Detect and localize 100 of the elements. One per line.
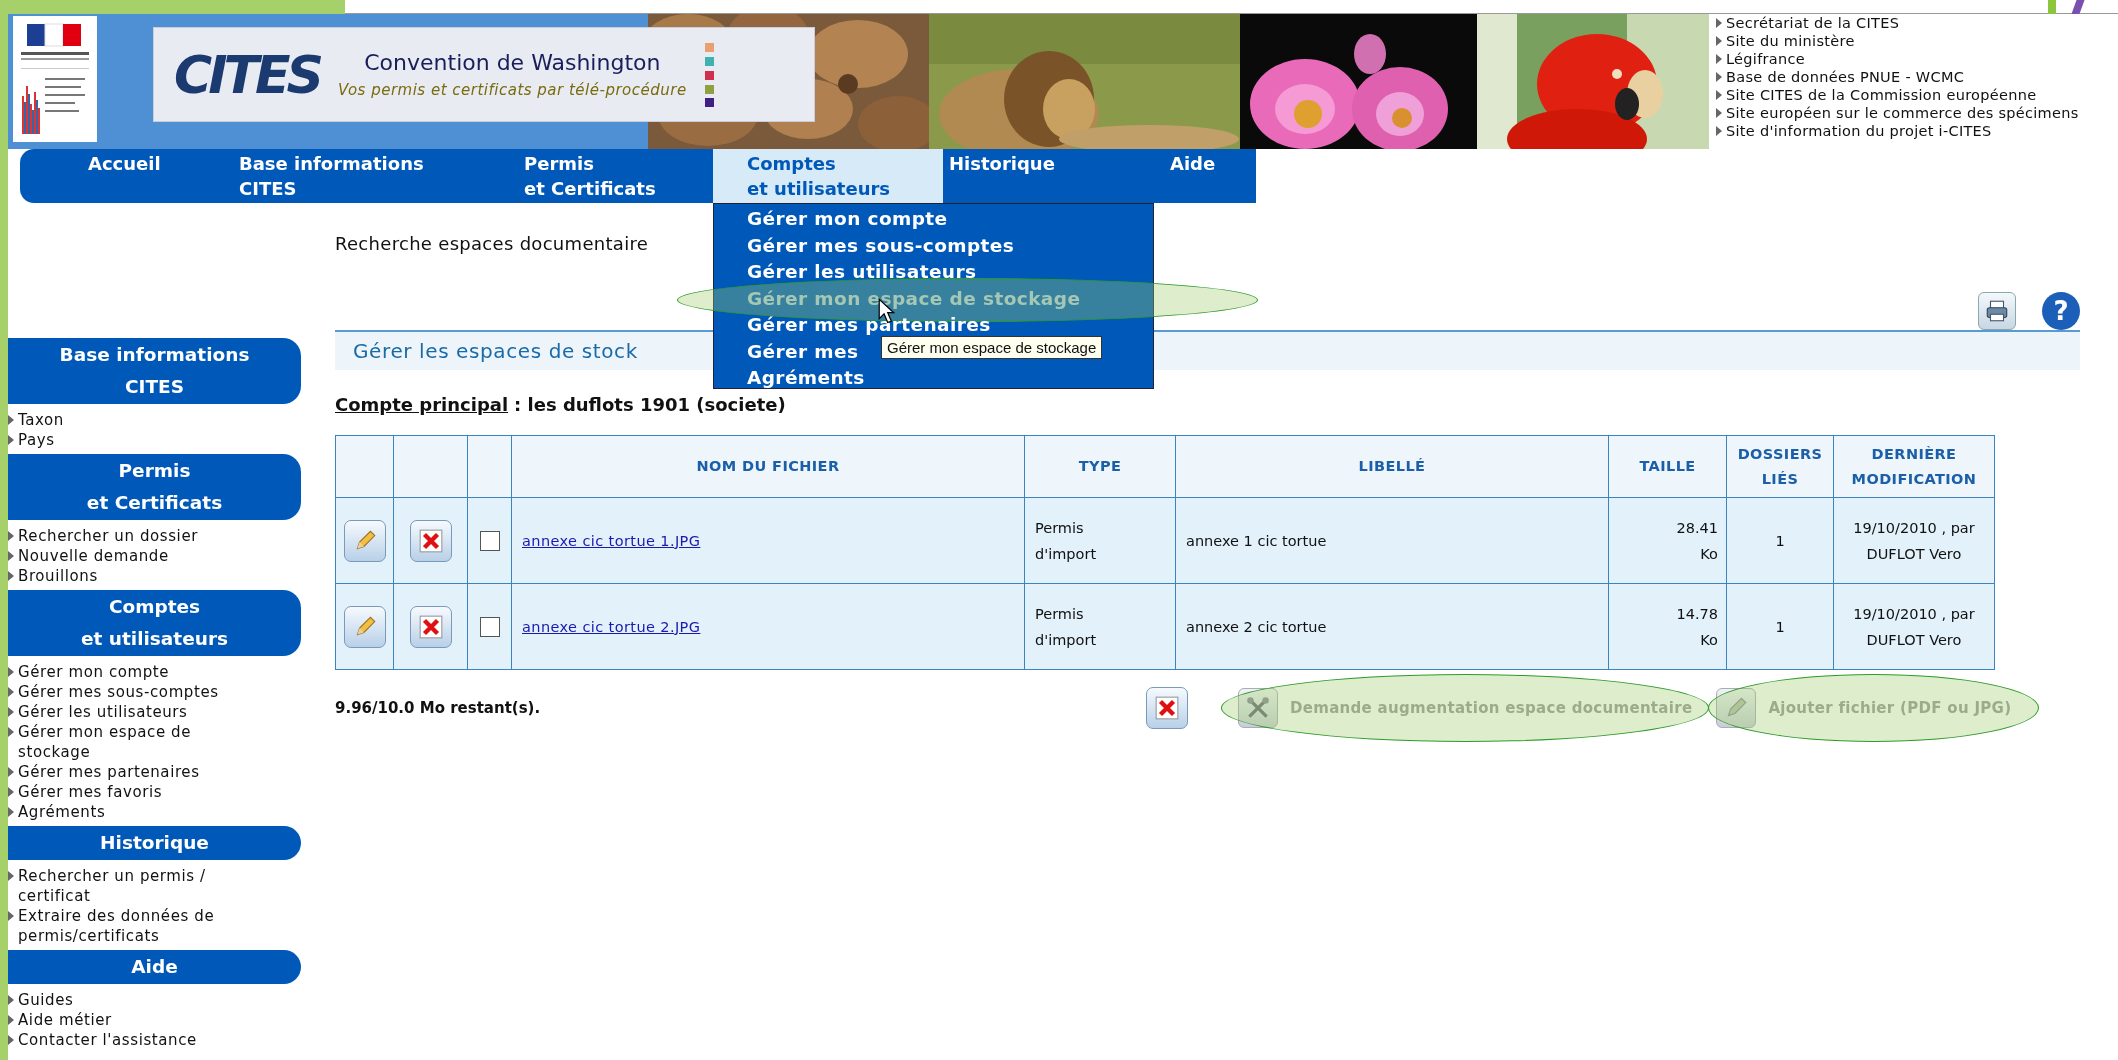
menu-item[interactable]: Gérer mes sous-comptes bbox=[747, 232, 1153, 259]
checkbox[interactable] bbox=[479, 530, 500, 551]
bullet-icon bbox=[1716, 54, 1722, 64]
tools-icon bbox=[1245, 695, 1271, 721]
logo-text: CITES bbox=[174, 44, 322, 105]
section-heading: Aide bbox=[8, 950, 301, 984]
sidebar-link[interactable]: Gérer mes favoris bbox=[18, 782, 163, 802]
sidebar-link[interactable]: Aide métier bbox=[18, 1010, 112, 1030]
column-header: LIBELLÉ bbox=[1175, 435, 1609, 498]
bullet-icon bbox=[8, 787, 14, 797]
bullet-icon bbox=[8, 911, 14, 921]
header-link[interactable]: Site du ministère bbox=[1726, 32, 1855, 50]
sidebar-link[interactable]: Taxon bbox=[18, 410, 64, 430]
sidebar-link[interactable]: Gérer les utilisateurs bbox=[18, 702, 188, 722]
close-icon bbox=[1154, 695, 1180, 721]
table-cell: annexe 2 cic tortue bbox=[1175, 583, 1609, 670]
tooltip: Gérer mon espace de stockage bbox=[881, 336, 1103, 359]
menu-item[interactable]: Agréments bbox=[747, 365, 1153, 391]
edit-button[interactable] bbox=[343, 605, 386, 648]
header-link[interactable]: Base de données PNUE - WCMC bbox=[1726, 68, 1965, 86]
delete-button[interactable] bbox=[1146, 687, 1188, 729]
section-heading: Historique bbox=[8, 826, 301, 860]
breadcrumb: Recherche espaces documentaire bbox=[335, 233, 649, 255]
table-cell: 19/10/2010 , par DUFLOT Vero bbox=[1833, 583, 1995, 670]
column-header: DERNIÈRE MODIFICATION bbox=[1833, 435, 1995, 498]
bullet-icon bbox=[8, 995, 14, 1005]
column-header: TAILLE bbox=[1608, 435, 1727, 498]
header-link[interactable]: Site européen sur le commerce des spécimens bbox=[1726, 104, 2079, 122]
section-heading: Base informations CITES bbox=[8, 338, 301, 404]
help-button[interactable]: ? bbox=[2042, 292, 2080, 330]
table-cell: annexe 1 cic tortue bbox=[1175, 497, 1609, 584]
bullet-icon bbox=[8, 415, 14, 425]
print-icon bbox=[1984, 298, 2010, 324]
bullet-icon bbox=[8, 571, 14, 581]
nav-tab[interactable]: Base informations CITES bbox=[215, 149, 500, 203]
page-title: Gérer les espaces de stock bbox=[353, 339, 638, 363]
header-link[interactable]: Site CITES de la Commission européenne bbox=[1726, 86, 2037, 104]
bullet-icon bbox=[1716, 72, 1722, 82]
bullet-icon bbox=[8, 667, 14, 677]
nav-tab[interactable]: Comptes et utilisateurs bbox=[713, 149, 943, 203]
bullet-icon bbox=[8, 1015, 14, 1025]
delete-button[interactable] bbox=[409, 605, 452, 648]
sidebar-link[interactable]: Gérer mon compte bbox=[18, 662, 170, 682]
sidebar-link[interactable]: Gérer mon espace de stockage bbox=[18, 722, 254, 762]
bullet-icon bbox=[1716, 36, 1722, 46]
table-cell: Permis d'import bbox=[1024, 583, 1176, 670]
bullet-icon bbox=[8, 871, 14, 881]
sidebar-link[interactable]: Rechercher un permis / certificat bbox=[18, 866, 254, 906]
header-link[interactable]: Légifrance bbox=[1726, 50, 1805, 68]
file-link[interactable]: annexe cic tortue 1.JPG bbox=[522, 532, 701, 549]
section-heading: Permis et Certificats bbox=[8, 454, 301, 520]
file-link[interactable]: annexe cic tortue 2.JPG bbox=[522, 618, 701, 635]
print-button[interactable] bbox=[1978, 292, 2016, 330]
sidebar-link[interactable]: Contacter l'assistance bbox=[18, 1030, 197, 1050]
edit-button[interactable] bbox=[343, 519, 386, 562]
menu-item[interactable]: Gérer mes partenaires bbox=[747, 312, 1153, 338]
bullet-icon bbox=[8, 435, 14, 445]
close-icon bbox=[417, 613, 444, 640]
header-link[interactable]: Site d'information du projet i-CITES bbox=[1726, 122, 1992, 140]
nav-tab[interactable]: Aide bbox=[1140, 149, 1256, 203]
nav-tab[interactable]: Historique bbox=[943, 149, 1140, 203]
bullet-icon bbox=[1716, 126, 1722, 136]
account-label: Compte principal bbox=[335, 394, 509, 415]
sidebar-link[interactable]: Gérer mes partenaires bbox=[18, 762, 200, 782]
sidebar-link[interactable]: Rechercher un dossier bbox=[18, 526, 198, 546]
header-link[interactable]: Secrétariat de la CITES bbox=[1726, 14, 1900, 32]
quota-text: 9.96/10.0 Mo restant(s). bbox=[335, 699, 542, 717]
account-value: : les duflots 1901 (societe) bbox=[514, 394, 786, 415]
column-header: NOM DU FICHIER bbox=[511, 435, 1025, 498]
nav-tab[interactable]: Permis et Certificats bbox=[500, 149, 713, 203]
table-cell: 14.78 Ko bbox=[1608, 583, 1727, 670]
sidebar-link[interactable]: Gérer mes sous-comptes bbox=[18, 682, 219, 702]
banner-subtitle: Vos permis et certificats par télé-procédure bbox=[338, 81, 687, 99]
sidebar-link[interactable]: Extraire des données de permis/certificats bbox=[18, 906, 254, 946]
bullet-icon bbox=[8, 1035, 14, 1045]
sidebar-link[interactable]: Agréments bbox=[18, 802, 106, 822]
banner-title: Convention de Washington bbox=[364, 50, 661, 75]
menu-item[interactable]: Gérer les utilisateurs bbox=[747, 259, 1153, 285]
bullet-icon bbox=[8, 531, 14, 541]
bullet-icon bbox=[1716, 108, 1722, 118]
bullet-icon bbox=[8, 687, 14, 697]
checkbox[interactable] bbox=[479, 616, 500, 637]
column-header: TYPE bbox=[1024, 435, 1176, 498]
menu-item[interactable]: Gérer mon compte bbox=[747, 206, 1153, 232]
delete-button[interactable] bbox=[409, 519, 452, 562]
bullet-icon bbox=[1716, 18, 1722, 28]
sidebar-link[interactable]: Nouvelle demande bbox=[18, 546, 169, 566]
table-cell: 28.41 Ko bbox=[1608, 497, 1727, 584]
table-cell: 19/10/2010 , par DUFLOT Vero bbox=[1833, 497, 1995, 584]
bullet-icon bbox=[8, 551, 14, 561]
bullet-icon bbox=[8, 727, 14, 737]
nav-tab[interactable]: Accueil bbox=[20, 149, 215, 203]
sidebar-link[interactable]: Guides bbox=[18, 990, 74, 1010]
bullet-icon bbox=[8, 707, 14, 717]
sidebar-link[interactable]: Brouillons bbox=[18, 566, 98, 586]
bullet-icon bbox=[8, 807, 14, 817]
sidebar-link[interactable]: Pays bbox=[18, 430, 55, 450]
table-cell: Permis d'import bbox=[1024, 497, 1176, 584]
table-cell: 1 bbox=[1726, 583, 1834, 670]
bullet-icon bbox=[8, 767, 14, 777]
